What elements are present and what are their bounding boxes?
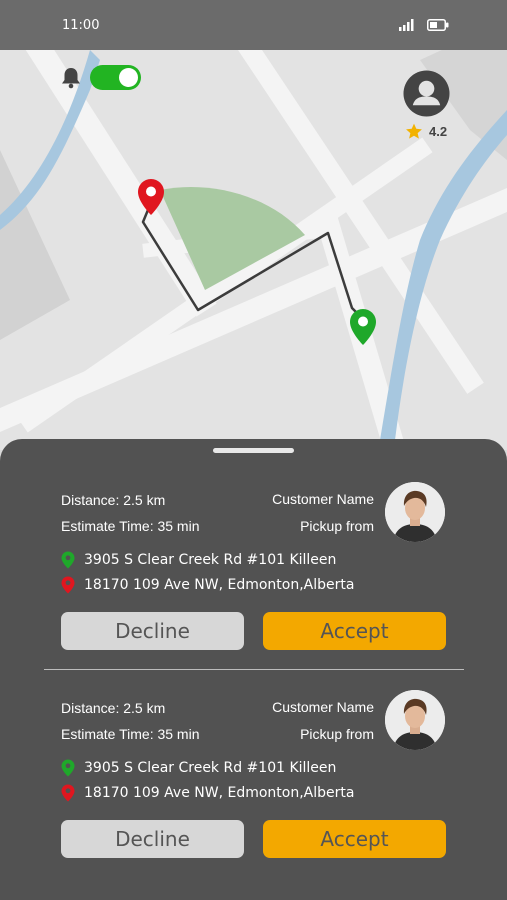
status-time: 11:00 bbox=[62, 18, 100, 33]
screen: 11:00 4.2 Distance: 2.5 km Estimate Time… bbox=[0, 0, 507, 900]
dropoff-address: 18170 109 Ave NW, Edmonton,Alberta bbox=[84, 577, 355, 593]
dropoff-map-pin-icon bbox=[138, 179, 164, 215]
user-avatar-icon[interactable] bbox=[403, 70, 450, 117]
distance-text: Distance: 2.5 km bbox=[61, 492, 166, 508]
dropoff-pin-icon bbox=[61, 576, 75, 594]
customer-avatar bbox=[385, 482, 445, 542]
rating-value: 4.2 bbox=[429, 124, 448, 139]
ride-request-card: Distance: 2.5 km Estimate Time: 35 min C… bbox=[0, 440, 507, 650]
driver-rating: 4.2 bbox=[404, 122, 447, 141]
pickup-from-label: Pickup from bbox=[300, 726, 374, 742]
toggle-knob bbox=[119, 68, 138, 87]
ride-request-card: Distance: 2.5 km Estimate Time: 35 min C… bbox=[0, 648, 507, 858]
estimate-time-text: Estimate Time: 35 min bbox=[61, 726, 200, 742]
bell-icon[interactable] bbox=[61, 67, 81, 89]
battery-icon bbox=[427, 19, 449, 31]
dropoff-address: 18170 109 Ave NW, Edmonton,Alberta bbox=[84, 785, 355, 801]
distance-text: Distance: 2.5 km bbox=[61, 700, 166, 716]
pickup-from-label: Pickup from bbox=[300, 518, 374, 534]
status-bar: 11:00 bbox=[0, 0, 507, 50]
estimate-time-text: Estimate Time: 35 min bbox=[61, 518, 200, 534]
customer-avatar bbox=[385, 690, 445, 750]
pickup-map-pin-icon bbox=[350, 309, 376, 345]
pickup-address: 3905 S Clear Creek Rd #101 Killeen bbox=[84, 552, 337, 568]
pickup-address: 3905 S Clear Creek Rd #101 Killeen bbox=[84, 760, 337, 776]
accept-button[interactable]: Accept bbox=[263, 612, 446, 650]
decline-button[interactable]: Decline bbox=[61, 612, 244, 650]
decline-button[interactable]: Decline bbox=[61, 820, 244, 858]
accept-button[interactable]: Accept bbox=[263, 820, 446, 858]
star-icon bbox=[406, 123, 422, 139]
customer-name: Customer Name bbox=[272, 491, 374, 507]
pickup-pin-icon bbox=[61, 551, 75, 569]
online-toggle[interactable] bbox=[90, 65, 141, 90]
customer-name: Customer Name bbox=[272, 699, 374, 715]
signal-icon bbox=[399, 19, 414, 31]
dropoff-pin-icon bbox=[61, 784, 75, 802]
pickup-pin-icon bbox=[61, 759, 75, 777]
